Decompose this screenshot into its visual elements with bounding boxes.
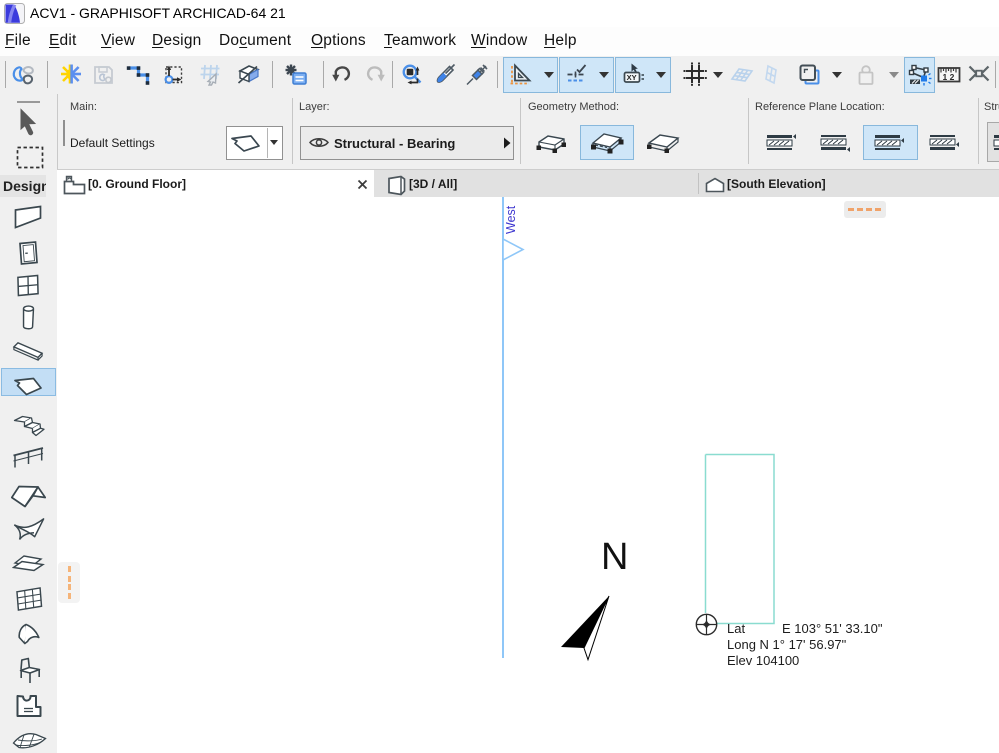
svg-text:West: West bbox=[504, 205, 518, 234]
svg-text:XY: XY bbox=[627, 73, 637, 82]
svg-text:1 2: 1 2 bbox=[943, 72, 955, 82]
